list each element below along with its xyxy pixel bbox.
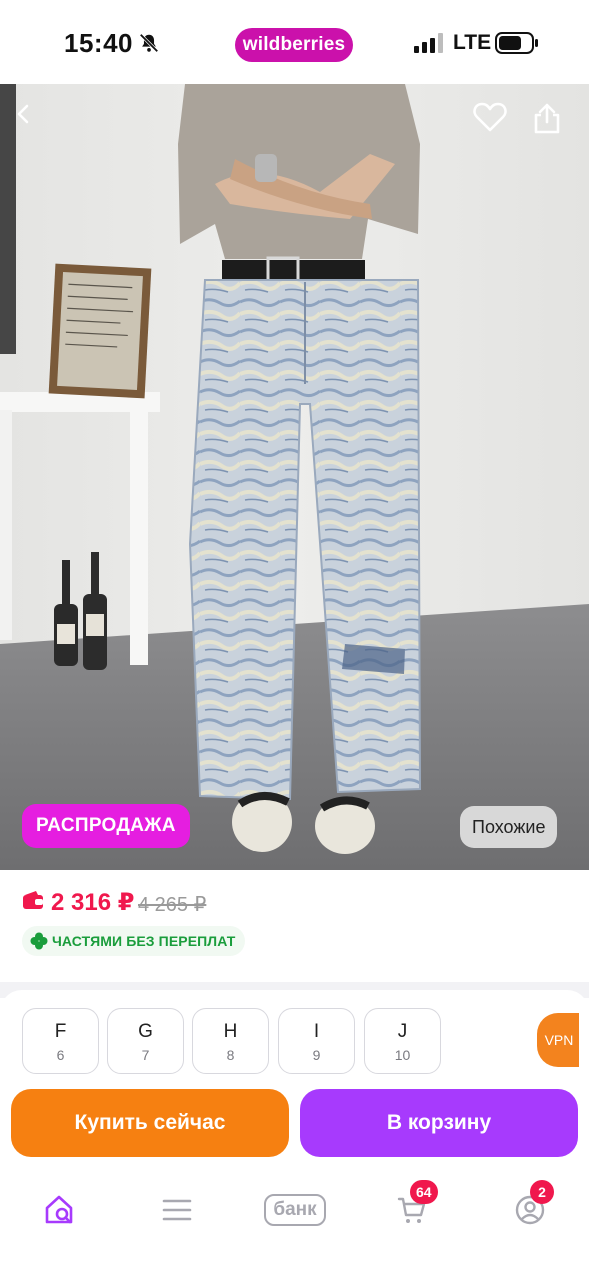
vpn-button[interactable]: VPN <box>537 1013 579 1067</box>
share-button[interactable] <box>532 102 576 146</box>
size-number: 9 <box>312 1047 321 1063</box>
product-image <box>0 84 589 870</box>
clock: 15:40 <box>64 28 133 58</box>
bell-muted-icon <box>139 33 159 53</box>
tab-catalog[interactable] <box>160 1182 194 1238</box>
back-icon <box>17 104 29 124</box>
size-option[interactable]: I 9 <box>278 1008 355 1074</box>
sale-badge: РАСПРОДАЖА <box>22 804 190 848</box>
bottom-tab-bar: банк 64 2 <box>0 1172 589 1280</box>
cart-count-badge: 64 <box>410 1180 438 1204</box>
size-option[interactable]: H 8 <box>192 1008 269 1074</box>
network-type: LTE <box>453 31 492 54</box>
signal-icon <box>414 33 443 53</box>
purchase-actions: Купить сейчас В корзину <box>0 1080 589 1172</box>
size-option[interactable]: F 6 <box>22 1008 99 1074</box>
wallet-icon <box>23 891 43 909</box>
bank-icon: банк <box>264 1194 326 1226</box>
buy-now-button[interactable]: Купить сейчас <box>11 1089 289 1157</box>
old-price: 4 265 ₽ <box>138 894 207 916</box>
size-number: 6 <box>56 1047 65 1063</box>
installment-badge[interactable]: ЧАСТЯМИ БЕЗ ПЕРЕПЛАТ <box>22 926 246 956</box>
back-button[interactable] <box>12 102 56 146</box>
favorite-button[interactable] <box>473 102 517 146</box>
size-number: 10 <box>394 1047 411 1063</box>
home-search-icon <box>45 1195 73 1224</box>
size-option[interactable]: J 10 <box>364 1008 441 1074</box>
current-price: 2 316 ₽ <box>51 889 135 916</box>
menu-icon <box>162 1199 192 1221</box>
wildberries-logo[interactable]: wildberries <box>235 28 353 62</box>
status-bar: 15:40 wildberries LTE <box>0 0 589 84</box>
tab-bank[interactable]: банк <box>258 1182 332 1238</box>
size-number: 8 <box>226 1047 235 1063</box>
installment-text: ЧАСТЯМИ БЕЗ ПЕРЕПЛАТ <box>52 933 236 949</box>
battery-icon <box>495 32 538 54</box>
product-photo[interactable]: РАСПРОДАЖА Похожие <box>0 84 589 870</box>
clover-icon <box>30 932 48 950</box>
similar-button[interactable]: Похожие <box>460 806 558 848</box>
share-icon <box>534 103 560 134</box>
heart-icon <box>473 102 507 132</box>
sizes-card: F 6 G 7 H 8 I 9 J 10 <box>0 990 589 1090</box>
size-label: I <box>313 1021 320 1042</box>
size-label: G <box>138 1021 153 1042</box>
size-label: F <box>54 1021 67 1042</box>
size-label: H <box>223 1021 238 1042</box>
size-label: J <box>397 1021 408 1042</box>
price-card: 2 316 ₽ 4 265 ₽ ЧАСТЯМИ БЕЗ ПЕРЕПЛАТ <box>0 870 589 982</box>
tab-home[interactable] <box>40 1182 80 1238</box>
add-to-cart-button[interactable]: В корзину <box>300 1089 578 1157</box>
size-option[interactable]: G 7 <box>107 1008 184 1074</box>
profile-notification-badge: 2 <box>530 1180 554 1204</box>
size-number: 7 <box>141 1047 150 1063</box>
